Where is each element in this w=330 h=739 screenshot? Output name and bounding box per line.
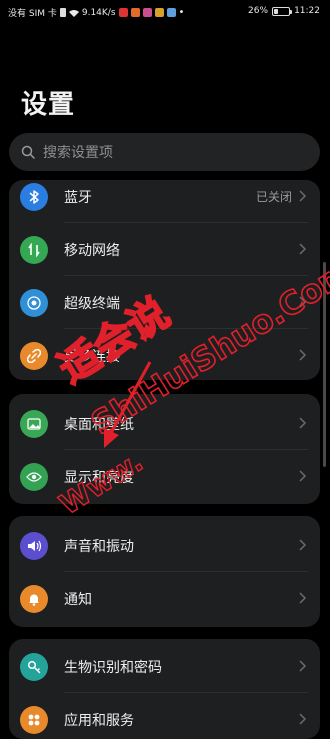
chevron-right-icon [299, 243, 307, 255]
battery-level-fill [274, 8, 278, 14]
chevron-right-icon [299, 296, 307, 308]
super-device-icon [20, 288, 48, 317]
bluetooth-icon [20, 182, 48, 211]
link-icon [20, 341, 48, 370]
settings-item-display-brightness[interactable]: 显示和亮度 [9, 450, 320, 503]
app-notification-icon [166, 8, 176, 17]
scrollbar[interactable] [323, 262, 326, 467]
chevron-right-icon [299, 592, 307, 604]
wallpaper-icon [20, 409, 48, 438]
network-speed: 9.14K/s [81, 7, 116, 18]
page-title: 设置 [21, 90, 76, 120]
settings-item-label: 通知 [64, 591, 92, 608]
settings-item-label: 生物识别和密码 [64, 659, 162, 676]
search-icon [21, 145, 35, 159]
app-notification-icon [118, 8, 128, 17]
battery-percent: 26% [248, 6, 269, 16]
settings-item-label: 超级终端 [64, 295, 120, 312]
wifi-icon [68, 9, 79, 17]
sim-icon [59, 8, 66, 17]
status-bar: 没有 SIM 卡 9.14K/s • 26% 11:22 [0, 0, 330, 24]
search-placeholder: 搜索设置项 [43, 145, 113, 161]
settings-item-label: 声音和振动 [64, 538, 134, 555]
chevron-right-icon [299, 190, 307, 202]
app-notification-icon [154, 8, 164, 17]
carrier-text: 没有 SIM 卡 [8, 9, 57, 19]
chevron-right-icon [299, 417, 307, 429]
settings-item-sound-vibration[interactable]: 声音和振动 [9, 519, 320, 572]
more-notifications-icon: • [178, 7, 185, 18]
bluetooth-status: 已关闭 [255, 190, 292, 204]
battery-icon [272, 6, 293, 16]
settings-item-mobile-network[interactable]: 移动网络 [9, 223, 320, 276]
settings-group-security: 生物识别和密码 应用和服务 [9, 639, 320, 739]
settings-item-label: 移动网络 [64, 242, 120, 259]
settings-group-display: 桌面和壁纸 显示和亮度 [9, 394, 320, 504]
chevron-right-icon [299, 470, 307, 482]
search-bar[interactable]: 搜索设置项 [9, 133, 320, 171]
settings-group-sound: 声音和振动 通知 [9, 516, 320, 627]
chevron-right-icon [299, 713, 307, 725]
settings-item-notifications[interactable]: 通知 [9, 572, 320, 625]
settings-item-apps-services[interactable]: 应用和服务 [9, 693, 320, 739]
key-icon [20, 652, 48, 681]
chevron-right-icon [299, 539, 307, 551]
eye-icon [20, 462, 48, 491]
settings-item-bluetooth[interactable]: 蓝牙 已关闭 [9, 180, 320, 223]
app-notification-icon [130, 8, 140, 17]
app-notification-icon [142, 8, 152, 17]
mobile-network-icon [20, 235, 48, 264]
settings-group-connectivity: 蓝牙 已关闭 移动网络 超级终端 更多连接 [9, 180, 320, 380]
settings-item-label: 桌面和壁纸 [64, 416, 134, 433]
chevron-right-icon [299, 660, 307, 672]
settings-item-wallpaper[interactable]: 桌面和壁纸 [9, 397, 320, 450]
settings-item-more-connections[interactable]: 更多连接 [9, 329, 320, 380]
clock: 11:22 [294, 6, 320, 16]
volume-icon [20, 531, 48, 560]
settings-item-super-device[interactable]: 超级终端 [9, 276, 320, 329]
settings-item-biometrics-password[interactable]: 生物识别和密码 [9, 640, 320, 693]
chevron-right-icon [299, 349, 307, 361]
settings-item-label: 显示和亮度 [64, 469, 134, 486]
settings-item-label: 更多连接 [64, 348, 120, 365]
settings-item-label: 蓝牙 [64, 189, 92, 206]
bell-icon [20, 584, 48, 613]
